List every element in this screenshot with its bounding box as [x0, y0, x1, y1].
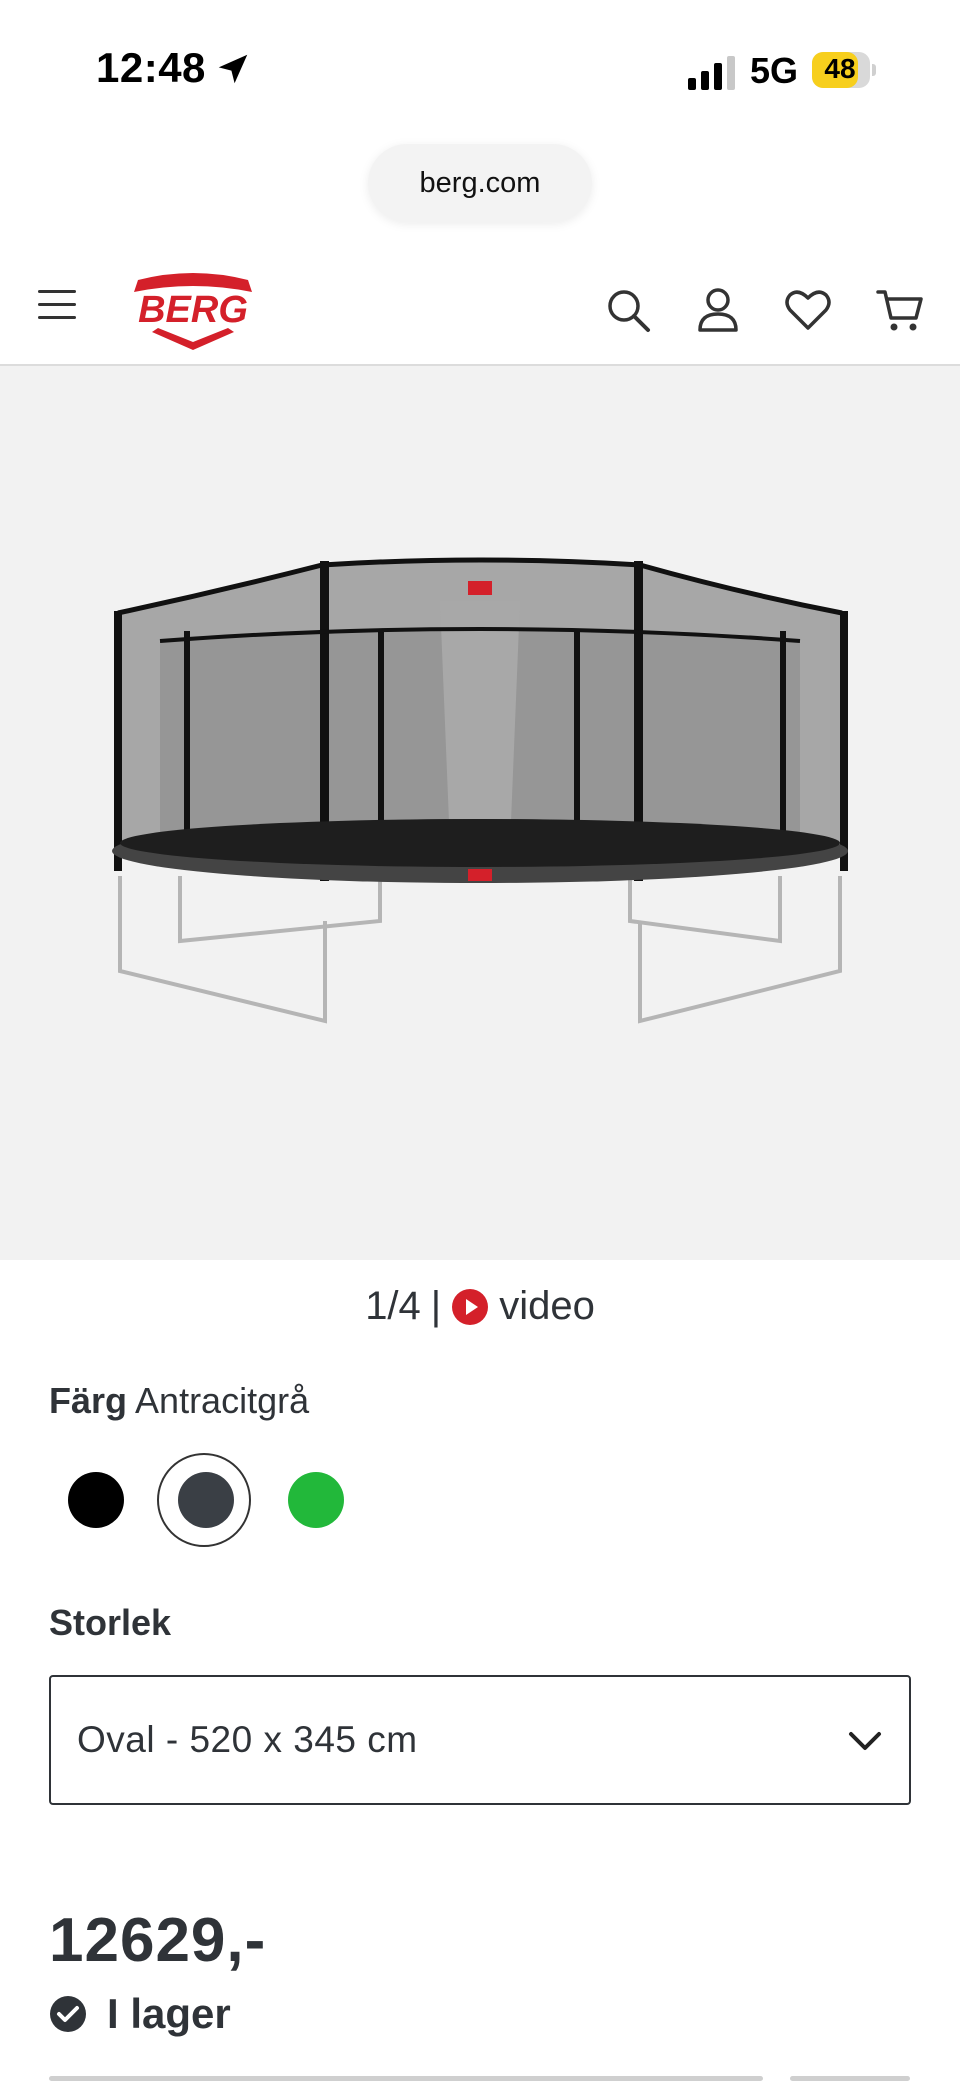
color-selection-label: Färg Antracitgrå — [49, 1380, 309, 1422]
battery-icon: 48 — [812, 52, 876, 88]
site-header: BERG — [0, 260, 960, 366]
next-section-edge-right — [790, 2076, 910, 2081]
color-swatch-anthracite[interactable] — [178, 1472, 234, 1528]
stock-status: I lager — [49, 1990, 231, 2038]
selected-color: Antracitgrå — [135, 1380, 310, 1421]
status-bar: 12:48 5G 48 — [0, 0, 960, 130]
gallery-counter: 1/4 | video — [0, 1284, 960, 1329]
size-dropdown[interactable]: Oval - 520 x 345 cm — [49, 1675, 911, 1805]
size-label: Storlek — [49, 1602, 172, 1643]
url-bar[interactable]: berg.com — [368, 144, 592, 222]
play-icon — [452, 1288, 489, 1325]
video-label: video — [499, 1284, 595, 1328]
location-arrow-icon — [218, 54, 248, 84]
color-swatch-green[interactable] — [288, 1472, 344, 1528]
counter-separator: | — [430, 1284, 442, 1328]
svg-text:BERG: BERG — [138, 289, 248, 331]
network-type: 5G — [750, 50, 799, 91]
video-link[interactable]: video — [451, 1284, 595, 1329]
stock-text: I lager — [107, 1990, 231, 2037]
menu-icon[interactable] — [38, 290, 76, 320]
status-time: 12:48 — [96, 44, 206, 91]
trampoline-image — [112, 557, 848, 1024]
size-selected-value: Oval - 520 x 345 cm — [77, 1719, 418, 1760]
heart-icon[interactable] — [784, 286, 832, 334]
color-label: Färg — [49, 1380, 128, 1421]
product-image-gallery[interactable] — [0, 366, 960, 1260]
cellular-signal-icon — [688, 56, 735, 90]
cart-icon[interactable] — [876, 286, 924, 334]
check-circle-icon — [50, 1996, 86, 2032]
image-counter: 1/4 — [365, 1284, 421, 1328]
berg-logo[interactable]: BERG — [118, 270, 268, 354]
search-icon[interactable] — [604, 286, 652, 334]
color-swatch-black[interactable] — [68, 1472, 124, 1528]
product-price: 12629,- — [49, 1906, 267, 1975]
account-icon[interactable] — [694, 286, 742, 334]
next-section-edge — [49, 2076, 763, 2081]
url-text: berg.com — [419, 166, 541, 199]
chevron-down-icon — [849, 1732, 881, 1750]
battery-level: 48 — [824, 53, 856, 84]
